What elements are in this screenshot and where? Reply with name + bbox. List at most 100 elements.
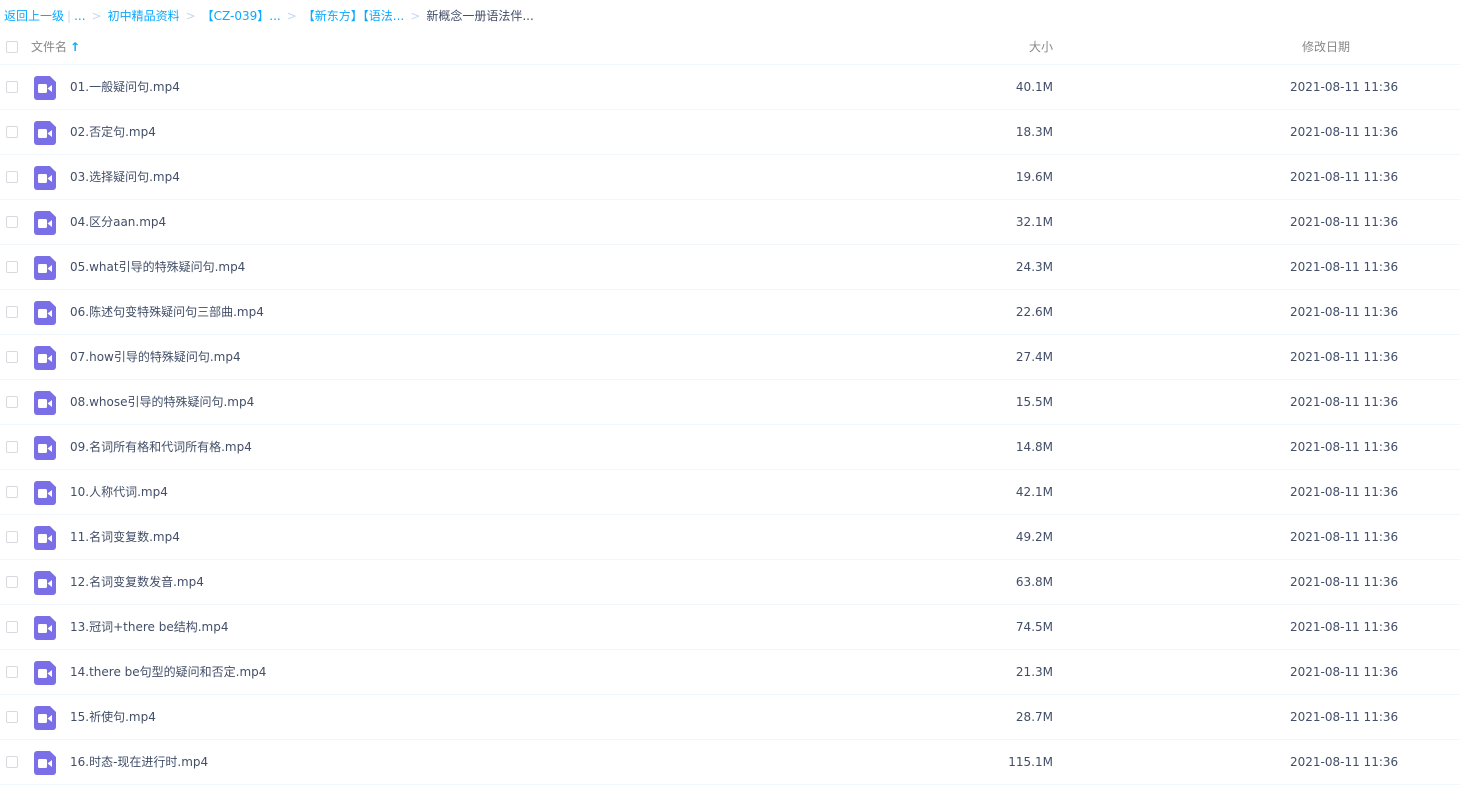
breadcrumb: 返回上一级 |... > 初中精品资料 > 【CZ-039】... > 【新东方】【语法...… [4, 0, 534, 32]
breadcrumb-current: 新概念一册语法伴... [426, 9, 534, 23]
file-size: 15.5M [1015, 395, 1053, 409]
file-row[interactable]: 16.时态-现在进行时.mp4 115.1M 2021-08-11 11:36 [0, 740, 1460, 785]
file-row[interactable]: 07.how引导的特殊疑问句.mp4 27.4M 2021-08-11 11:3… [0, 335, 1460, 380]
file-date: 2021-08-11 11:36 [1290, 440, 1399, 454]
file-date: 2021-08-11 11:36 [1290, 620, 1399, 634]
file-size: 63.8M [1015, 575, 1053, 589]
file-name[interactable]: 10.人称代词.mp4 [70, 470, 168, 514]
file-size: 42.1M [1015, 485, 1053, 499]
file-row[interactable]: 01.一般疑问句.mp4 40.1M 2021-08-11 11:36 [0, 65, 1460, 110]
row-checkbox[interactable] [6, 576, 18, 588]
file-row[interactable]: 03.选择疑问句.mp4 19.6M 2021-08-11 11:36 [0, 155, 1460, 200]
file-date: 2021-08-11 11:36 [1290, 485, 1399, 499]
file-row[interactable]: 15.祈使句.mp4 28.7M 2021-08-11 11:36 [0, 695, 1460, 740]
back-link[interactable]: 返回上一级 [4, 9, 64, 23]
file-size: 14.8M [1015, 440, 1053, 454]
row-checkbox[interactable] [6, 396, 18, 408]
video-file-icon [34, 661, 56, 685]
file-row[interactable]: 12.名词变复数发音.mp4 63.8M 2021-08-11 11:36 [0, 560, 1460, 605]
row-checkbox[interactable] [6, 126, 18, 138]
row-checkbox[interactable] [6, 531, 18, 543]
file-date: 2021-08-11 11:36 [1290, 170, 1399, 184]
breadcrumb-item-cz039[interactable]: 【CZ-039】... [202, 9, 281, 23]
file-size: 28.7M [1015, 710, 1053, 724]
video-file-icon [34, 706, 56, 730]
file-size: 74.5M [1015, 620, 1053, 634]
row-checkbox[interactable] [6, 756, 18, 768]
breadcrumb-separator: > [185, 9, 196, 23]
file-row[interactable]: 13.冠词+there be结构.mp4 74.5M 2021-08-11 11… [0, 605, 1460, 650]
file-name[interactable]: 05.what引导的特殊疑问句.mp4 [70, 245, 245, 289]
breadcrumb-separator: > [286, 9, 297, 23]
file-row[interactable]: 06.陈述句变特殊疑问句三部曲.mp4 22.6M 2021-08-11 11:… [0, 290, 1460, 335]
file-date: 2021-08-11 11:36 [1290, 530, 1399, 544]
video-file-icon [34, 391, 56, 415]
breadcrumb-ellipsis[interactable]: ... [74, 9, 85, 23]
file-name[interactable]: 02.否定句.mp4 [70, 110, 156, 154]
file-name[interactable]: 13.冠词+there be结构.mp4 [70, 605, 228, 649]
column-header-name[interactable]: 文件名 ↑ [31, 32, 80, 62]
file-row[interactable]: 02.否定句.mp4 18.3M 2021-08-11 11:36 [0, 110, 1460, 155]
file-name[interactable]: 12.名词变复数发音.mp4 [70, 560, 204, 604]
file-date: 2021-08-11 11:36 [1290, 260, 1399, 274]
row-checkbox[interactable] [6, 351, 18, 363]
breadcrumb-item-grammar[interactable]: 【新东方】【语法... [303, 9, 404, 23]
row-checkbox[interactable] [6, 216, 18, 228]
file-size: 22.6M [1015, 305, 1053, 319]
video-file-icon [34, 346, 56, 370]
file-name[interactable]: 04.区分aan.mp4 [70, 200, 166, 244]
video-file-icon [34, 526, 56, 550]
video-file-icon [34, 166, 56, 190]
file-row[interactable]: 14.there be句型的疑问和否定.mp4 21.3M 2021-08-11… [0, 650, 1460, 695]
file-date: 2021-08-11 11:36 [1290, 710, 1399, 724]
file-name[interactable]: 03.选择疑问句.mp4 [70, 155, 180, 199]
file-size: 19.6M [1015, 170, 1053, 184]
file-date: 2021-08-11 11:36 [1290, 350, 1399, 364]
column-header-size[interactable]: 大小 [1029, 32, 1053, 62]
row-checkbox[interactable] [6, 486, 18, 498]
file-name[interactable]: 11.名词变复数.mp4 [70, 515, 180, 559]
breadcrumb-separator: > [410, 9, 421, 23]
file-size: 49.2M [1015, 530, 1053, 544]
row-checkbox[interactable] [6, 171, 18, 183]
file-size: 18.3M [1015, 125, 1053, 139]
video-file-icon [34, 616, 56, 640]
file-row[interactable]: 09.名词所有格和代词所有格.mp4 14.8M 2021-08-11 11:3… [0, 425, 1460, 470]
file-name[interactable]: 06.陈述句变特殊疑问句三部曲.mp4 [70, 290, 264, 334]
video-file-icon [34, 76, 56, 100]
file-name[interactable]: 14.there be句型的疑问和否定.mp4 [70, 650, 266, 694]
file-name[interactable]: 07.how引导的特殊疑问句.mp4 [70, 335, 241, 379]
column-header-date[interactable]: 修改日期 [1302, 32, 1350, 62]
file-size: 40.1M [1015, 80, 1053, 94]
file-size: 27.4M [1015, 350, 1053, 364]
video-file-icon [34, 301, 56, 325]
row-checkbox[interactable] [6, 666, 18, 678]
file-size: 24.3M [1015, 260, 1053, 274]
file-row[interactable]: 08.whose引导的特殊疑问句.mp4 15.5M 2021-08-11 11… [0, 380, 1460, 425]
video-file-icon [34, 481, 56, 505]
file-row[interactable]: 11.名词变复数.mp4 49.2M 2021-08-11 11:36 [0, 515, 1460, 560]
file-name[interactable]: 08.whose引导的特殊疑问句.mp4 [70, 380, 254, 424]
file-name[interactable]: 09.名词所有格和代词所有格.mp4 [70, 425, 252, 469]
row-checkbox[interactable] [6, 261, 18, 273]
file-date: 2021-08-11 11:36 [1290, 755, 1399, 769]
file-row[interactable]: 05.what引导的特殊疑问句.mp4 24.3M 2021-08-11 11:… [0, 245, 1460, 290]
file-row[interactable]: 10.人称代词.mp4 42.1M 2021-08-11 11:36 [0, 470, 1460, 515]
row-checkbox[interactable] [6, 81, 18, 93]
file-name[interactable]: 01.一般疑问句.mp4 [70, 65, 180, 109]
breadcrumb-pipe: | [67, 9, 72, 23]
file-size: 115.1M [1008, 755, 1053, 769]
breadcrumb-item-junior-materials[interactable]: 初中精品资料 [108, 9, 180, 23]
row-checkbox[interactable] [6, 441, 18, 453]
file-name[interactable]: 16.时态-现在进行时.mp4 [70, 740, 208, 784]
row-checkbox[interactable] [6, 306, 18, 318]
row-checkbox[interactable] [6, 621, 18, 633]
file-date: 2021-08-11 11:36 [1290, 305, 1399, 319]
file-name[interactable]: 15.祈使句.mp4 [70, 695, 156, 739]
file-list-header: 文件名 ↑ 大小 修改日期 [0, 32, 1460, 65]
file-date: 2021-08-11 11:36 [1290, 80, 1399, 94]
select-all-checkbox[interactable] [6, 41, 18, 53]
file-row[interactable]: 04.区分aan.mp4 32.1M 2021-08-11 11:36 [0, 200, 1460, 245]
row-checkbox[interactable] [6, 711, 18, 723]
sort-ascending-icon: ↑ [70, 40, 81, 54]
